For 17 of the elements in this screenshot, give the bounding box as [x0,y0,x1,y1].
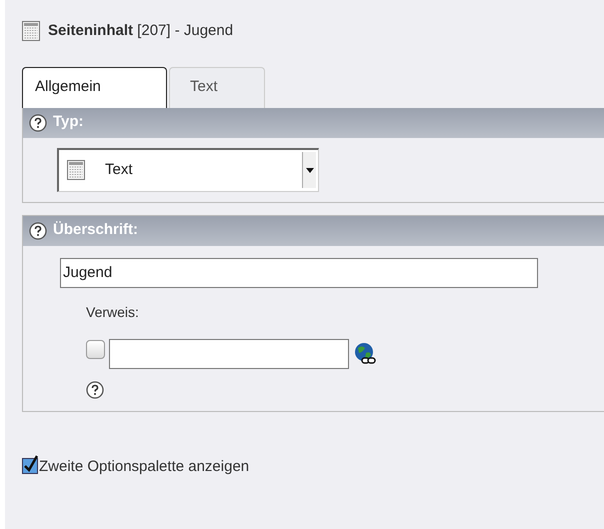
help-icon[interactable] [29,222,47,240]
heading-input[interactable]: Jugend [60,258,538,288]
section-title: Typ: [53,112,84,132]
tab[interactable]: Text [169,66,265,108]
document-icon [67,160,85,180]
page-title: Seiteninhalt [207] - Jugend [48,21,234,41]
help-icon[interactable] [29,114,47,132]
document-icon [22,21,40,42]
section-title: Überschrift: [53,220,138,240]
link-input[interactable] [109,338,349,368]
options-checkbox[interactable] [22,454,39,474]
tab[interactable]: Allgemein [22,66,167,108]
options-label: Zweite Optionspalette anzeigen [39,458,250,474]
type-select[interactable]: Text [57,148,319,192]
link-checkbox[interactable] [86,340,105,359]
link-label: Verweis: [86,302,139,322]
help-icon[interactable] [86,380,104,398]
